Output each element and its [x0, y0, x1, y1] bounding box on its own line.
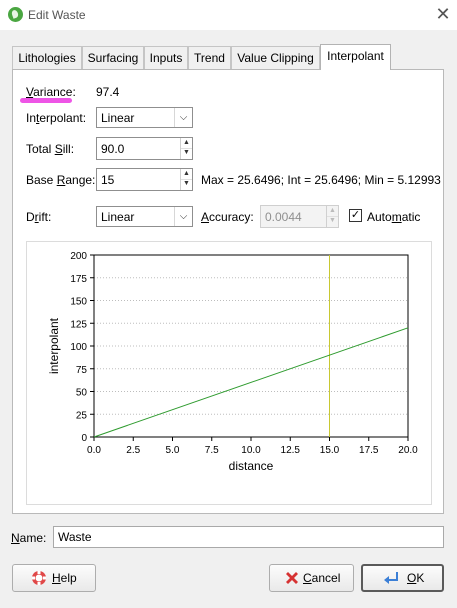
- x-tick-label: 20.0: [398, 445, 418, 456]
- y-tick-label: 50: [76, 388, 88, 399]
- cancel-x-icon: [286, 572, 298, 584]
- close-icon[interactable]: ✕: [434, 3, 452, 25]
- chevron-down-icon[interactable]: ⌵: [174, 207, 192, 226]
- drift-label: Drift:: [26, 210, 52, 224]
- help-button-label: Help: [52, 571, 77, 585]
- title-bar: Edit Waste ✕: [0, 0, 457, 30]
- name-label: Name:: [11, 531, 47, 545]
- cancel-button[interactable]: Cancel: [269, 564, 354, 592]
- y-tick-label: 175: [70, 274, 87, 285]
- y-tick-label: 200: [70, 251, 87, 262]
- variance-label: Variance:: [26, 85, 76, 99]
- x-tick-label: 15.0: [320, 445, 340, 456]
- drift-select[interactable]: Linear ⌵: [96, 206, 193, 227]
- ok-button-label: OK: [407, 571, 425, 585]
- y-tick-label: 125: [70, 319, 87, 330]
- accuracy-label: Accuracy:: [201, 210, 254, 224]
- cancel-button-label: Cancel: [303, 571, 341, 585]
- spin-buttons: ▲ ▼: [180, 169, 192, 190]
- tab-trend[interactable]: Trend: [188, 46, 231, 69]
- interpolant-label: Interpolant:: [26, 111, 87, 125]
- lifebuoy-icon: [32, 571, 46, 585]
- enter-arrow-icon: [384, 572, 398, 584]
- tab-value-clipping[interactable]: Value Clipping: [231, 46, 320, 69]
- x-tick-label: 7.5: [205, 445, 219, 456]
- tab-interpolant[interactable]: Interpolant: [320, 44, 391, 70]
- base-range-label: Base Range:: [26, 173, 96, 187]
- interpolant-select-value: Linear: [101, 111, 135, 125]
- name-input[interactable]: [54, 527, 438, 547]
- chart-svg: 0 25 50 75 100 125 150 175 200 0.0 2.5 5.0 7.5 10.0 12…: [47, 251, 418, 473]
- total-sill-spinbox[interactable]: 90.0 ▲ ▼: [96, 137, 193, 160]
- drift-select-value: Linear: [101, 210, 135, 224]
- y-tick-label: 0: [81, 433, 87, 444]
- y-axis-label: interpolant: [47, 317, 61, 374]
- window-title: Edit Waste: [28, 8, 86, 22]
- total-sill-value: 90.0: [101, 142, 125, 156]
- y-tick-label: 150: [70, 297, 87, 308]
- x-tick-label: 0.0: [87, 445, 101, 456]
- name-field[interactable]: [53, 526, 444, 548]
- spin-down-icon[interactable]: ▼: [181, 148, 192, 158]
- y-tick-label: 100: [70, 342, 87, 353]
- y-tick-label: 25: [76, 410, 88, 421]
- interpolant-select[interactable]: Linear ⌵: [96, 107, 193, 128]
- base-range-value: 15: [101, 173, 115, 187]
- checkmark-icon: ✓: [350, 209, 361, 221]
- ok-button[interactable]: OK: [361, 564, 444, 592]
- spin-down-icon: ▼: [329, 217, 336, 224]
- automatic-label[interactable]: Automatic: [367, 210, 420, 224]
- spin-buttons: ▲ ▼: [326, 206, 338, 227]
- accuracy-spinbox[interactable]: 0.0044 ▲ ▼: [260, 205, 339, 228]
- x-tick-label: 2.5: [126, 445, 140, 456]
- series-line: [93, 327, 409, 438]
- total-sill-label: Total Sill:: [26, 142, 75, 156]
- chevron-down-icon[interactable]: ⌵: [174, 108, 192, 127]
- x-tick-label: 17.5: [359, 445, 379, 456]
- x-tick-label: 12.5: [281, 445, 301, 456]
- base-range-spinbox[interactable]: 15 ▲ ▼: [96, 168, 193, 191]
- x-tick-label: 10.0: [241, 445, 261, 456]
- tab-lithologies[interactable]: Lithologies: [12, 46, 82, 69]
- variogram-chart: 0 25 50 75 100 125 150 175 200 0.0 2.5 5.0 7.5 10.0 12…: [26, 241, 432, 505]
- leaf-app-icon: [8, 7, 23, 22]
- spin-buttons: ▲ ▼: [180, 138, 192, 159]
- automatic-checkbox[interactable]: ✓: [349, 209, 362, 222]
- variance-value: 97.4: [96, 85, 120, 99]
- x-axis-label: distance: [229, 459, 274, 473]
- x-tick-label: 5.0: [166, 445, 180, 456]
- help-button[interactable]: Help: [12, 564, 96, 592]
- accuracy-value: 0.0044: [265, 210, 302, 224]
- y-tick-label: 75: [76, 365, 88, 376]
- tab-surfacing[interactable]: Surfacing: [82, 46, 144, 69]
- spin-down-icon[interactable]: ▼: [181, 179, 192, 189]
- tab-inputs[interactable]: Inputs: [144, 46, 188, 69]
- range-info-text: Max = 25.6496; Int = 25.6496; Min = 5.12…: [201, 173, 441, 187]
